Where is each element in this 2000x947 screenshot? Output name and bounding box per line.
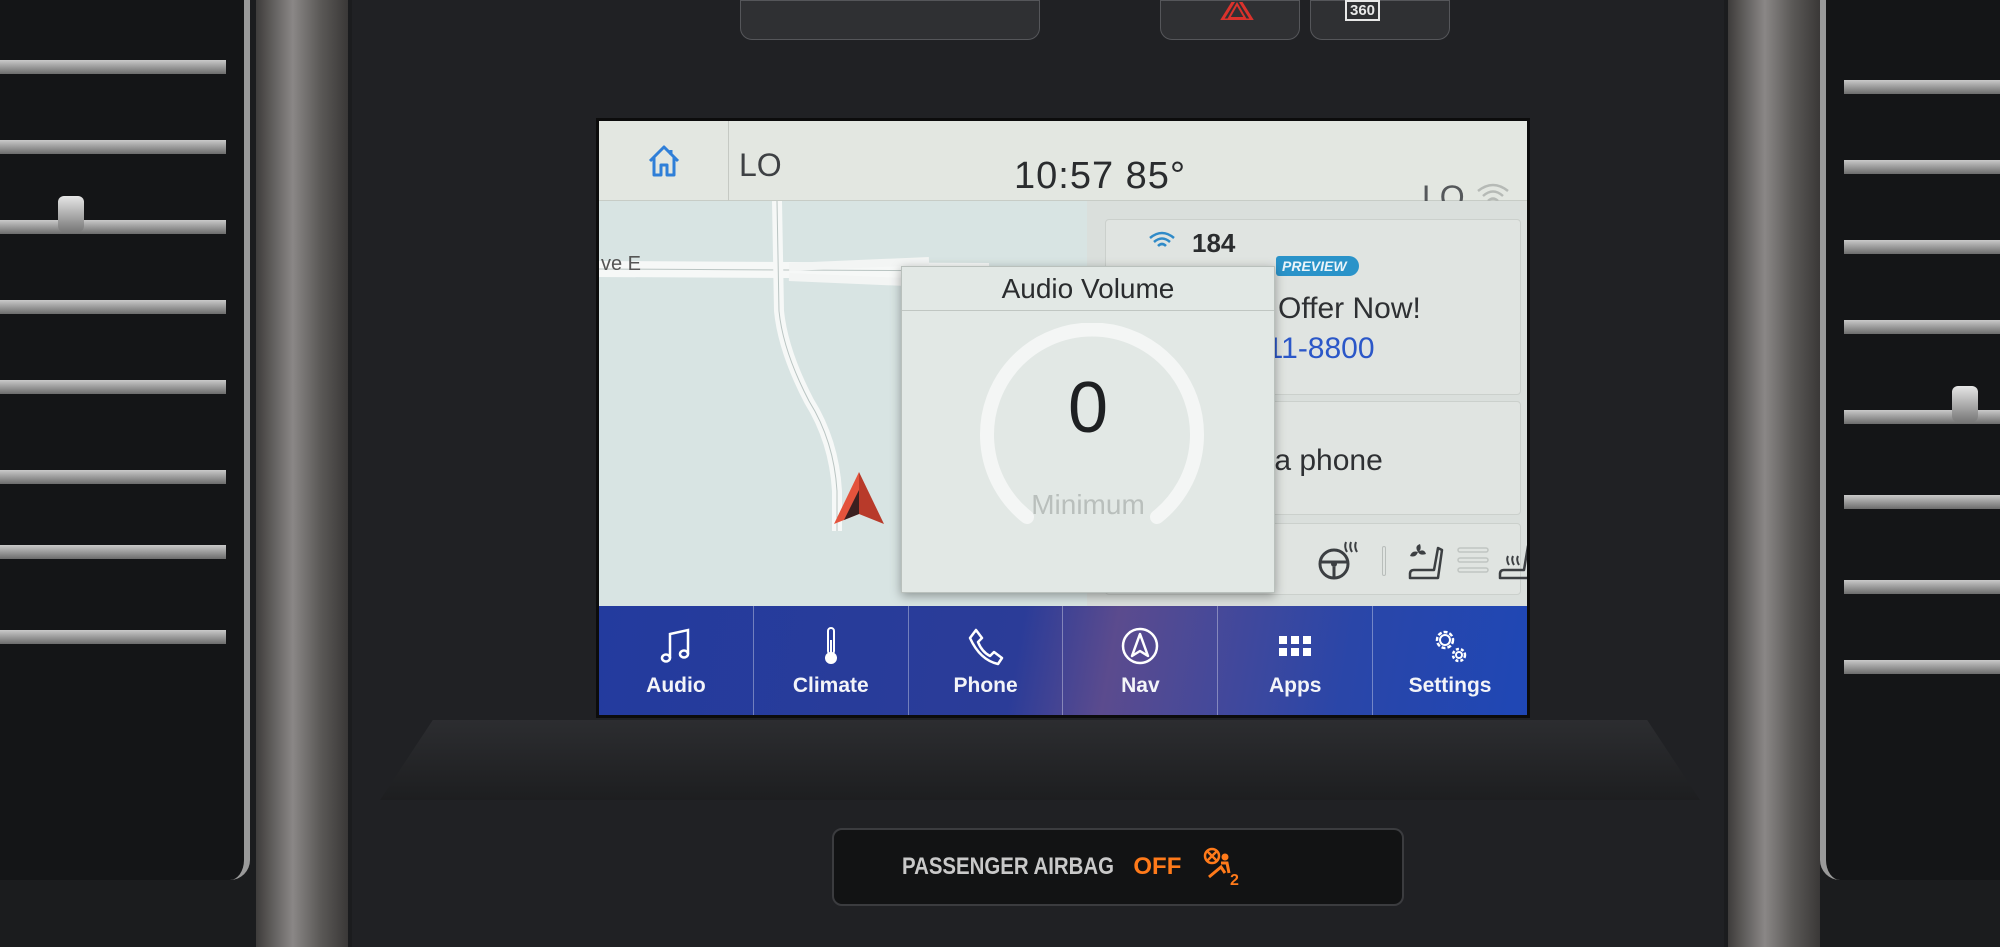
- vent-adjust-knob[interactable]: [1952, 386, 1978, 422]
- vent-slat: [1844, 580, 2000, 594]
- compass-icon: [1122, 627, 1159, 665]
- audio-volume-popup: Audio Volume 0 Minimum: [901, 266, 1275, 593]
- bezel-ledge: [380, 720, 1700, 800]
- vent-slat: [0, 470, 226, 484]
- channel-number: 184: [1192, 228, 1236, 258]
- vent-slat: [1844, 495, 2000, 509]
- airbag-status: OFF: [1133, 853, 1182, 880]
- thermometer-icon: [824, 627, 837, 664]
- bottom-nav-bar: Audio Climate Phone Nav Apps Settings: [599, 606, 1527, 715]
- left-trim-panel: [256, 0, 348, 947]
- right-trim-panel: [1728, 0, 1820, 947]
- vent-slat: [0, 300, 226, 314]
- top-console-button[interactable]: [740, 0, 1040, 40]
- status-bar: LO 10:57 85° LO: [599, 121, 1527, 215]
- nav-apps-label: Apps: [1268, 674, 1322, 697]
- home-button[interactable]: [599, 121, 729, 201]
- sync-touchscreen: LO 10:57 85° LO ve E N Bradent: [596, 118, 1530, 718]
- hazard-icon: [1220, 2, 1254, 20]
- phone-icon: [968, 628, 1003, 666]
- heated-seat-icon[interactable]: [1492, 538, 1530, 582]
- home-icon: [648, 145, 679, 177]
- seat-divider: [1382, 546, 1386, 576]
- vent-slat: [0, 630, 226, 644]
- preview-badge: PREVIEW: [1276, 256, 1359, 276]
- vent-slat: [1844, 320, 2000, 334]
- camera-360-label: 360: [1345, 0, 1381, 21]
- nav-audio-label: Audio: [646, 674, 706, 697]
- airbag-label: PASSENGER AIRBAG: [902, 853, 1114, 880]
- vent-slat: [0, 60, 226, 74]
- volume-caption: Minimum: [1031, 489, 1145, 520]
- driver-temp-setting[interactable]: LO: [739, 147, 782, 184]
- vent-slat: [1844, 240, 2000, 254]
- apps-grid-icon: [1279, 636, 1312, 656]
- gear-icon: [1435, 630, 1467, 663]
- nav-climate-label: Climate: [792, 674, 869, 697]
- seat-level-icon[interactable]: [1452, 538, 1496, 582]
- vent-slat: [1844, 160, 2000, 174]
- nav-nav-button[interactable]: Nav: [1063, 606, 1219, 715]
- nav-phone-label: Phone: [953, 674, 1018, 697]
- airbag-off-icon: 2: [1204, 847, 1239, 887]
- volume-title: Audio Volume: [902, 267, 1274, 311]
- nav-nav-label: Nav: [1121, 674, 1160, 697]
- nav-settings-label: Settings: [1408, 674, 1492, 697]
- offer-text: Offer Now!: [1278, 292, 1421, 325]
- vent-adjust-knob[interactable]: [58, 196, 84, 232]
- outside-temperature: 85°: [1125, 155, 1187, 197]
- nav-audio-button[interactable]: Audio: [599, 606, 754, 715]
- map-road-label: ve E: [601, 253, 642, 275]
- music-note-icon: [660, 628, 690, 663]
- cooled-seat-icon[interactable]: [1404, 538, 1448, 582]
- nav-settings-button[interactable]: Settings: [1373, 606, 1527, 715]
- clock-temperature: 10:57 85°: [1014, 155, 1186, 198]
- nav-climate-button[interactable]: Climate: [754, 606, 909, 715]
- left-air-vent: [0, 0, 250, 880]
- vent-slat: [1844, 80, 2000, 94]
- passenger-airbag-indicator: PASSENGER AIRBAG OFF 2: [832, 828, 1404, 906]
- volume-value: 0: [1067, 368, 1109, 448]
- navigation-arrow-icon: [834, 472, 884, 524]
- right-air-vent: [1820, 0, 2000, 880]
- vent-slat: [0, 140, 226, 154]
- vent-slat: [0, 545, 226, 559]
- nav-apps-button[interactable]: Apps: [1218, 606, 1374, 715]
- siriusxm-signal-icon: [1149, 231, 1175, 247]
- svg-text:2: 2: [1230, 872, 1239, 887]
- vent-slat: [1844, 660, 2000, 674]
- vent-slat: [0, 220, 226, 234]
- heated-steering-wheel-icon[interactable]: [1316, 538, 1360, 582]
- vent-slat: [0, 380, 226, 394]
- nav-phone-button[interactable]: Phone: [909, 606, 1064, 715]
- clock: 10:57: [1014, 155, 1115, 197]
